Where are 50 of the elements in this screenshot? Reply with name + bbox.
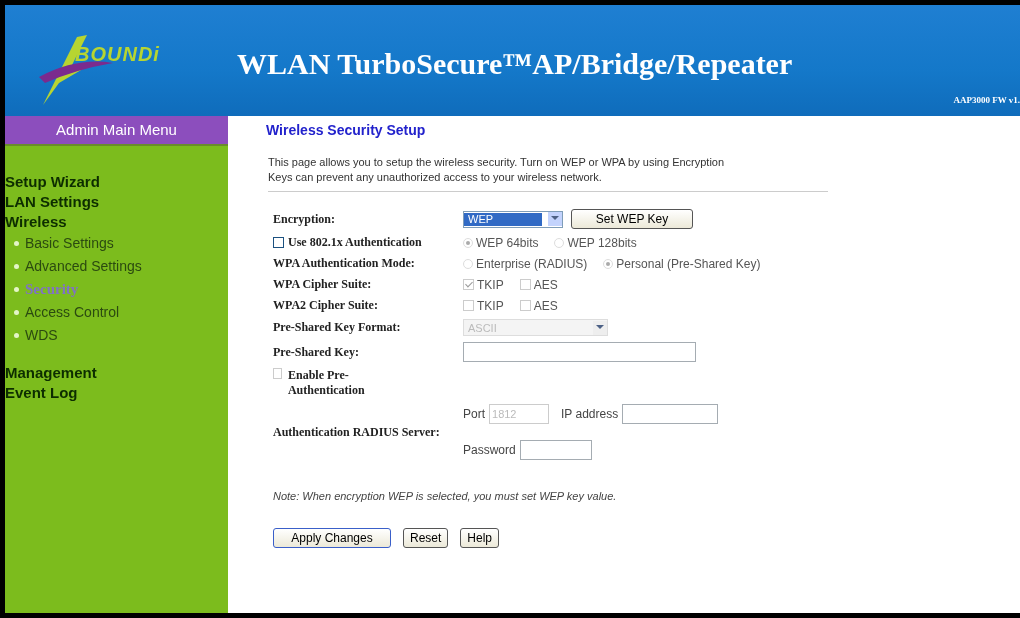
submenu-item[interactable]: Access Control <box>25 301 120 324</box>
page-title: Wireless Security Setup <box>266 122 427 138</box>
submenu-item[interactable]: Basic Settings <box>25 232 114 255</box>
submenu-item[interactable]: Advanced Settings <box>25 255 142 278</box>
field-label: Port <box>463 407 485 421</box>
menu-item[interactable]: Setup Wizard <box>5 172 228 192</box>
firmware-version: AAP3000 FW v1. <box>953 95 1020 105</box>
field-label: Password <box>463 443 516 457</box>
encryption-select[interactable]: WEP <box>463 210 563 228</box>
banner-title: WLAN TurboSecure™AP/Bridge/Repeater <box>237 47 793 81</box>
menu-item[interactable]: LAN Settings <box>5 192 228 212</box>
menu-header: Admin Main Menu <box>5 116 228 146</box>
field-label: IP address <box>561 407 619 421</box>
note-text: Note: When encryption WEP is selected, you must set WEP key value. <box>273 490 618 502</box>
submenu-item[interactable]: WDS <box>25 324 58 347</box>
option-label: Enterprise (RADIUS) <box>476 256 588 271</box>
set-wep-key-button[interactable]: Set WEP Key <box>571 209 693 229</box>
bullet-icon <box>14 241 19 246</box>
option-label: TKIP <box>477 277 504 292</box>
bullet-icon <box>14 333 19 338</box>
field-label: Enable Pre-Authentication <box>287 368 366 398</box>
option-label: TKIP <box>477 298 504 313</box>
password-field[interactable] <box>519 440 592 460</box>
field-label: Pre-Shared Key: <box>272 344 360 360</box>
menu-item[interactable]: Management <box>5 363 228 383</box>
action-button[interactable]: Reset <box>403 528 449 548</box>
menu-item[interactable]: Event Log <box>5 383 228 403</box>
action-button[interactable]: Help <box>460 528 500 548</box>
checkbox[interactable] <box>273 237 284 248</box>
option-label: AES <box>533 298 558 313</box>
menu-item[interactable]: Wireless <box>5 212 228 232</box>
option-label: Personal (Pre-Shared Key) <box>616 256 761 271</box>
field-label: Authentication RADIUS Server: <box>272 424 441 440</box>
option-label: AES <box>533 277 558 292</box>
ip-address-field[interactable] <box>622 404 719 424</box>
bullet-icon <box>14 264 19 269</box>
field-label: WPA Authentication Mode: <box>272 256 416 271</box>
field-label: WPA2 Cipher Suite: <box>272 298 379 313</box>
field-label: Use 802.1x Authentication <box>288 235 422 250</box>
action-button[interactable]: Apply Changes <box>273 528 391 548</box>
field-label: Pre-Shared Key Format: <box>272 320 402 335</box>
field-label: WPA Cipher Suite: <box>272 277 373 292</box>
bullet-icon <box>14 310 19 315</box>
field-label: Encryption: <box>272 211 336 227</box>
option-label: WEP 128bits <box>567 235 637 250</box>
logo-text: BOUNDi <box>75 43 160 66</box>
option-label: WEP 64bits <box>476 235 539 250</box>
intro-text: This page allows you to setup the wireless security. Turn on WEP or WPA by using Encryption Keys can prevent any unauthorized access to your wireless network. <box>268 155 726 185</box>
bullet-icon <box>14 287 19 292</box>
pre-shared-key-field[interactable] <box>463 342 696 362</box>
